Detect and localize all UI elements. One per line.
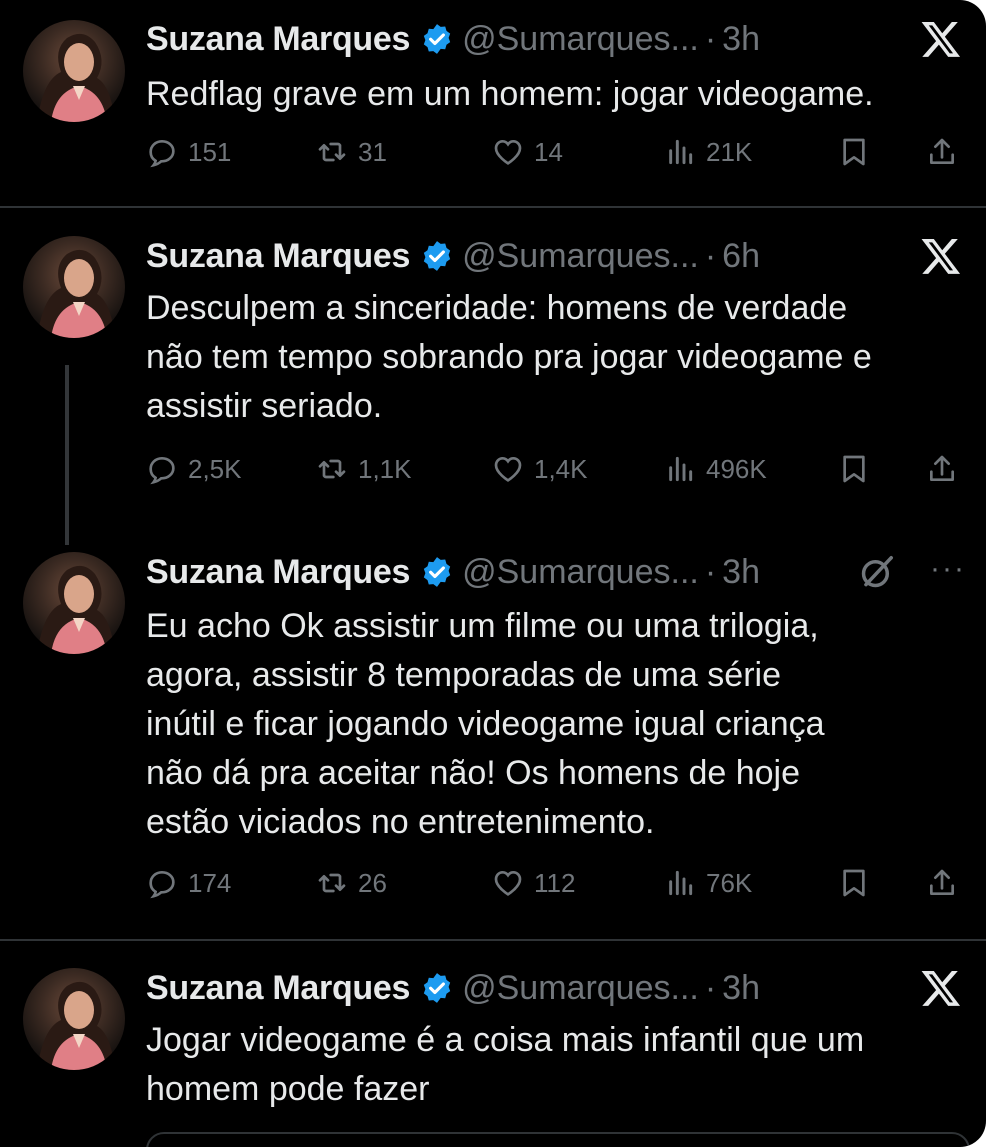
avatar[interactable] <box>23 552 125 654</box>
share-icon <box>930 869 954 895</box>
reply-button[interactable]: 151 <box>146 136 231 168</box>
retweet-button[interactable]: 26 <box>316 867 387 899</box>
retweet-icon <box>318 873 346 893</box>
tweet-actions: 151 31 14 21K <box>146 136 968 176</box>
bookmark-button[interactable] <box>838 136 880 168</box>
view-count: 76K <box>706 867 753 898</box>
separator-dot: · <box>704 552 717 591</box>
views-icon <box>669 870 693 896</box>
author-name[interactable]: Suzana Marques <box>146 237 410 276</box>
x-logo-icon <box>921 971 961 1006</box>
retweet-button[interactable]: 31 <box>316 136 387 168</box>
retweet-icon <box>318 142 346 162</box>
x-logo-icon <box>921 239 961 274</box>
bookmark-button[interactable] <box>838 867 880 899</box>
reply-icon <box>149 870 175 899</box>
tweet-header: Suzana Marques @Sumarques... · 6h <box>146 234 760 278</box>
author-handle[interactable]: @Sumarques... <box>462 553 699 592</box>
avatar[interactable] <box>23 236 125 338</box>
avatar-photo <box>37 565 115 654</box>
like-count: 112 <box>534 867 576 898</box>
author-name[interactable]: Suzana Marques <box>146 553 410 592</box>
share-button[interactable] <box>926 453 968 485</box>
share-icon <box>930 455 954 481</box>
like-count: 14 <box>534 136 563 167</box>
reply-count: 2,5K <box>188 453 242 484</box>
views-button[interactable]: 496K <box>664 453 767 485</box>
avatar-photo <box>37 33 115 122</box>
like-icon <box>494 139 522 165</box>
tweet-header: Suzana Marques @Sumarques... · 3h <box>146 966 760 1010</box>
tweet-divider <box>0 206 986 208</box>
reply-count: 151 <box>188 136 232 167</box>
author-name[interactable]: Suzana Marques <box>146 969 410 1008</box>
separator-dot: · <box>704 236 717 275</box>
author-handle[interactable]: @Sumarques... <box>462 237 699 276</box>
reply-count: 174 <box>188 867 232 898</box>
tweet-text: Jogar videogame é a coisa mais infantil … <box>146 1021 865 1108</box>
bookmark-icon <box>843 869 865 897</box>
bookmark-button[interactable] <box>838 453 880 485</box>
like-button[interactable]: 14 <box>492 136 563 168</box>
author-name[interactable]: Suzana Marques <box>146 20 410 59</box>
timestamp[interactable]: 3h <box>722 553 760 592</box>
like-button[interactable]: 112 <box>492 867 575 899</box>
reply-icon <box>149 139 175 168</box>
like-count: 1,4K <box>534 453 588 484</box>
retweet-count: 26 <box>358 867 387 898</box>
like-icon <box>494 456 522 482</box>
bookmark-icon <box>843 455 865 483</box>
avatar[interactable] <box>23 20 125 122</box>
tweet-text: Desculpem a sinceridade: homens de verda… <box>146 289 872 425</box>
views-button[interactable]: 76K <box>664 867 752 899</box>
retweet-button[interactable]: 1,1K <box>316 453 412 485</box>
share-button[interactable] <box>926 867 968 899</box>
timestamp[interactable]: 3h <box>722 20 760 59</box>
tweet-actions: 174 26 112 76K <box>146 867 968 907</box>
tweet-text: Redflag grave em um homem: jogar videoga… <box>146 75 874 113</box>
tweet-header: Suzana Marques @Sumarques... · 3h <box>146 550 760 594</box>
verified-badge-icon <box>423 973 451 1003</box>
avatar-photo <box>37 249 115 338</box>
quoted-card[interactable] <box>146 1132 970 1147</box>
views-button[interactable]: 21K <box>664 136 752 168</box>
view-count: 496K <box>706 453 767 484</box>
thread-connector <box>65 365 69 545</box>
avatar-photo <box>37 981 115 1070</box>
separator-dot: · <box>704 968 717 1007</box>
verified-badge-icon <box>423 557 451 587</box>
reply-button[interactable]: 2,5K <box>146 453 242 485</box>
reply-button[interactable]: 174 <box>146 867 231 899</box>
like-icon <box>494 870 522 896</box>
tweet-header: Suzana Marques @Sumarques... · 3h <box>146 17 760 61</box>
timestamp[interactable]: 3h <box>722 969 760 1008</box>
retweet-icon <box>318 459 346 479</box>
bookmark-icon <box>843 138 865 166</box>
more-options-icon[interactable]: ··· <box>930 552 966 586</box>
views-icon <box>669 139 693 165</box>
x-logo-icon <box>921 22 961 57</box>
tweet-text: Eu acho Ok assistir um filme ou uma tril… <box>146 607 825 841</box>
view-count: 21K <box>706 136 753 167</box>
retweet-count: 31 <box>358 136 387 167</box>
grok-icon[interactable] <box>858 553 896 591</box>
tweet-feed: Suzana Marques @Sumarques... · 3h Redfla… <box>0 0 986 1147</box>
verified-badge-icon <box>423 24 451 54</box>
share-button[interactable] <box>926 136 968 168</box>
timestamp[interactable]: 6h <box>722 237 760 276</box>
avatar[interactable] <box>23 968 125 1070</box>
tweet-divider <box>0 939 986 941</box>
verified-badge-icon <box>423 241 451 271</box>
author-handle[interactable]: @Sumarques... <box>462 20 699 59</box>
share-icon <box>930 138 954 164</box>
retweet-count: 1,1K <box>358 453 412 484</box>
separator-dot: · <box>704 19 717 58</box>
like-button[interactable]: 1,4K <box>492 453 588 485</box>
reply-icon <box>149 456 175 485</box>
tweet-actions: 2,5K 1,1K 1,4K 496K <box>146 453 968 493</box>
views-icon <box>669 456 693 482</box>
author-handle[interactable]: @Sumarques... <box>462 969 699 1008</box>
